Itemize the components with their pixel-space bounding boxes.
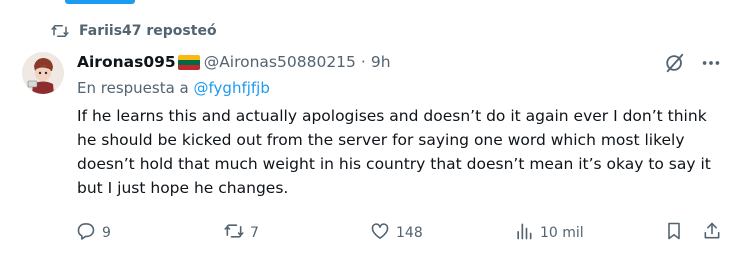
like-button[interactable]: 148 — [370, 222, 423, 244]
views-chart-icon — [514, 221, 534, 245]
repost-icon — [51, 22, 69, 40]
reply-handle-link[interactable]: @fyghfjfjb — [194, 79, 270, 97]
reply-count: 9 — [102, 225, 111, 241]
grok-icon[interactable] — [664, 52, 686, 74]
repost-button[interactable]: 7 — [224, 222, 259, 244]
views-count: 10 mil — [540, 225, 584, 241]
heart-icon — [370, 221, 390, 245]
bookmark-icon — [664, 221, 684, 245]
reply-context: En respuesta a @fyghfjfjb — [77, 79, 270, 97]
lithuania-flag-icon — [177, 54, 200, 70]
tab-indicator-bar — [0, 0, 160, 5]
post-timestamp[interactable]: 9h — [371, 53, 391, 71]
repost-context[interactable]: Fariis47 reposteó — [51, 21, 217, 41]
share-button[interactable] — [702, 222, 722, 244]
separator-dot: · — [360, 53, 366, 71]
user-handle[interactable]: @Aironas50880215 — [204, 53, 356, 71]
like-count: 148 — [396, 225, 423, 241]
repost-label: Fariis47 reposteó — [79, 23, 217, 39]
reply-icon — [76, 221, 96, 245]
post-text: If he learns this and actually apologise… — [77, 107, 711, 197]
reply-prefix: En respuesta a — [77, 79, 189, 97]
more-options-icon[interactable] — [700, 52, 722, 74]
share-icon — [702, 221, 722, 245]
active-tab-underline — [65, 0, 135, 4]
post-header: Aironas095 @Aironas50880215 · 9h — [77, 50, 391, 74]
display-name[interactable]: Aironas095 — [77, 53, 176, 71]
repost-count: 7 — [250, 225, 259, 241]
views-button[interactable]: 10 mil — [514, 222, 584, 244]
avatar[interactable] — [22, 52, 64, 94]
bookmark-button[interactable] — [664, 222, 684, 244]
repost-action-icon — [224, 221, 244, 245]
action-bar: 9 7 148 10 mil — [0, 222, 739, 244]
reply-button[interactable]: 9 — [76, 222, 111, 244]
